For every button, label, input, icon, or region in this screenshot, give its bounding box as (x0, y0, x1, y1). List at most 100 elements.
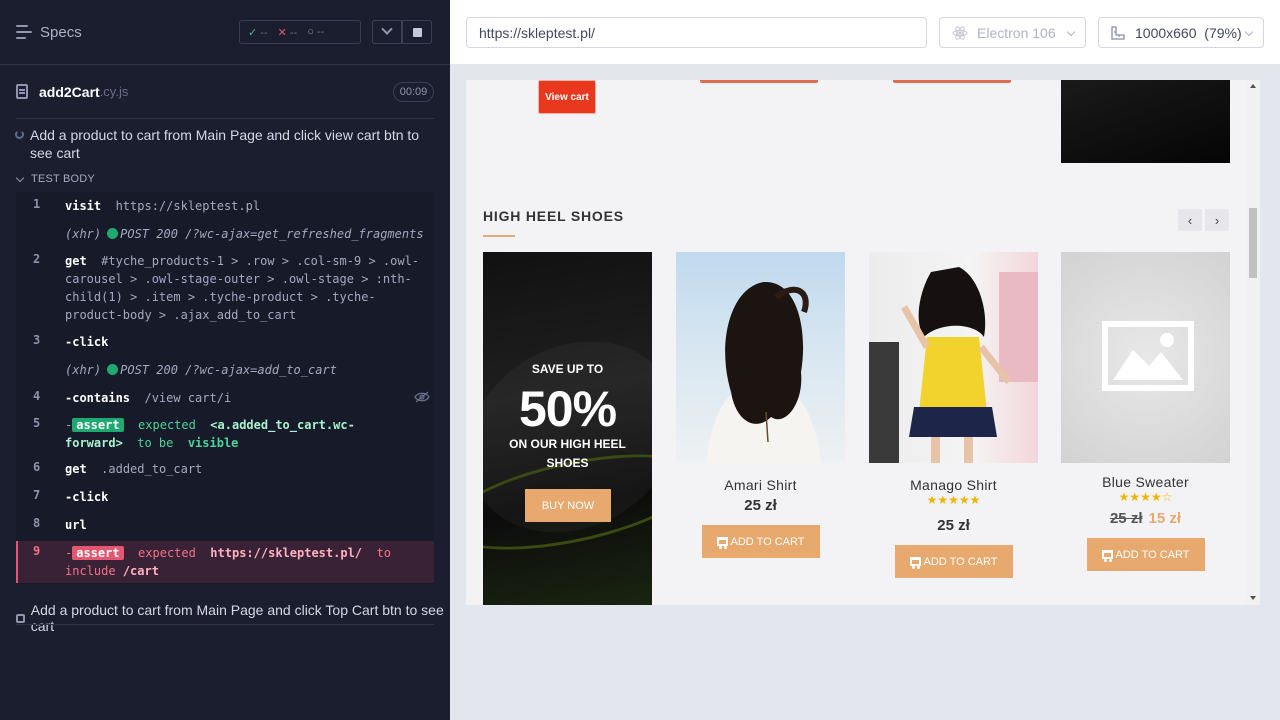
xhr-label: (xhr) (65, 227, 102, 241)
command-arg: .added_to_cart (101, 462, 203, 476)
product-name[interactable]: Blue Sweater (1061, 474, 1230, 490)
test-title-2: Add a product to cart from Main Page and… (30, 602, 444, 634)
command-dash: - (65, 546, 73, 560)
command-row[interactable]: 4 -contains /view cart/i (16, 389, 434, 407)
product-image[interactable] (869, 252, 1038, 463)
specs-label[interactable]: Specs (40, 24, 82, 41)
xhr-row[interactable]: (xhr) POST 200 /?wc-ajax=add_to_cart (16, 361, 434, 379)
promo-banner: SAVE UP TO 50% ON OUR HIGH HEEL SHOES BU… (483, 252, 652, 605)
test-body-toggle[interactable]: TEST BODY (15, 173, 95, 185)
rating-stars: ★★★★☆ (1118, 490, 1173, 504)
pending-icon: ○ (307, 26, 314, 38)
assert-word: expected (138, 418, 196, 432)
product-name[interactable]: Amari Shirt (676, 477, 845, 493)
assert-word: to be (137, 436, 174, 450)
electron-icon (952, 25, 968, 40)
add-to-cart-button-edge[interactable] (893, 80, 1011, 83)
add-to-cart-label: ADD TO CART (923, 555, 998, 568)
spec-row[interactable]: add2Cart .cy.js 00:09 (16, 65, 434, 119)
carousel-prev-button[interactable]: ‹ (1178, 209, 1202, 231)
command-name: -click (65, 490, 109, 504)
test-stats: ✓ -- ✕ -- ○ -- (239, 20, 361, 44)
app-under-test-frame: View cart HIGH HEEL SHOES ‹ › SAVE UP TO… (466, 80, 1260, 605)
command-number: 8 (33, 516, 41, 530)
promo-line-3: ON OUR HIGH HEEL SHOES (509, 437, 626, 470)
promo-percent: 50% (518, 381, 617, 437)
old-price: 25 zł (1109, 510, 1143, 527)
eye-off-icon[interactable] (414, 391, 430, 403)
scrollbar-thumb[interactable] (1249, 208, 1257, 278)
product-name[interactable]: Manago Shirt (869, 477, 1038, 493)
assert-value: visible (187, 436, 239, 450)
command-arg: /view cart/i (144, 391, 232, 405)
product-card: Blue Sweater ★★★★☆ 25 zł 15 zł ADD TO CAR… (1061, 252, 1230, 571)
cart-icon (716, 537, 728, 549)
carousel-next-button[interactable]: › (1205, 209, 1229, 231)
viewport-selector[interactable]: 1000x660 (79%) (1098, 17, 1264, 48)
buy-now-button[interactable]: BUY NOW (525, 489, 611, 522)
collapse-all-button[interactable] (372, 20, 402, 44)
stop-button[interactable] (402, 20, 432, 44)
xhr-text: POST 200 /?wc-ajax=get_refreshed_fragmen… (120, 227, 424, 241)
command-row[interactable]: 5 - assert expected <a.added_to_cart.wc-f… (16, 416, 434, 452)
command-number: 4 (33, 389, 41, 403)
test-title[interactable]: Add a product to cart from Main Page and… (30, 126, 420, 162)
status-dot-icon (107, 364, 119, 375)
view-cart-button[interactable]: View cart (538, 80, 596, 114)
browser-selector[interactable]: Electron 106 (939, 17, 1086, 48)
add-to-cart-button-edge[interactable] (700, 80, 818, 83)
command-name: visit (65, 199, 102, 213)
test-pending-icon (16, 613, 25, 623)
add-to-cart-button[interactable]: ADD TO CART (894, 545, 1013, 578)
xhr-text: POST 200 /?wc-ajax=add_to_cart (120, 363, 337, 377)
banner-image (1061, 80, 1230, 163)
x-icon: ✕ (277, 26, 287, 39)
scroll-up-arrow-icon[interactable] (1250, 84, 1256, 88)
viewport-size: 1000x660 (1135, 24, 1197, 41)
assert-word: expected (138, 546, 196, 560)
failed-command-row[interactable]: 9 - assert expected https://skleptest.pl/… (16, 541, 434, 583)
product-image[interactable] (676, 252, 845, 463)
test-row-2[interactable]: Add a product to cart from Main Page and… (16, 602, 450, 634)
chevron-down-icon (1066, 27, 1076, 37)
command-row[interactable]: 2 get #tyche_products-1 > .row > .col-sm… (16, 252, 434, 326)
section-underline (483, 235, 515, 237)
viewport-zoom: (79%) (1204, 24, 1242, 41)
rating-stars: ★★★★★ (926, 493, 981, 507)
command-number: 1 (33, 197, 41, 211)
command-row[interactable]: 1 visit https://skleptest.pl (16, 197, 434, 215)
command-number: 6 (33, 460, 41, 474)
command-number: 7 (33, 488, 41, 502)
assert-badge: assert (72, 546, 124, 560)
add-to-cart-button[interactable]: ADD TO CART (1086, 538, 1205, 571)
scroll-down-arrow-icon[interactable] (1250, 596, 1256, 600)
command-number: 3 (33, 333, 41, 347)
command-row[interactable]: 6 get .added_to_cart (16, 460, 434, 478)
specs-list-icon[interactable] (16, 25, 32, 39)
command-number: 9 (33, 544, 41, 558)
pending-stat: ○ -- (307, 26, 325, 38)
command-row[interactable]: 7 -click (16, 488, 434, 506)
add-to-cart-button[interactable]: ADD TO CART (701, 525, 820, 558)
chevron-down-icon (1244, 27, 1254, 37)
product-image[interactable] (1061, 252, 1230, 463)
xhr-row[interactable]: (xhr) POST 200 /?wc-ajax=get_refreshed_fr… (16, 225, 434, 243)
running-spinner-icon (15, 130, 24, 139)
assert-subject: https://skleptest.pl/ (210, 546, 363, 560)
check-icon: ✓ (248, 26, 258, 39)
stop-icon (412, 27, 422, 37)
command-arg: #tyche_products-1 > .row > .col-sm-9 > .… (65, 254, 420, 322)
assert-value: /cart (122, 564, 159, 578)
product-card: Amari Shirt 25 zł ADD TO CART (676, 252, 845, 558)
command-row[interactable]: 3 -click (16, 333, 434, 351)
passed-stat: ✓ -- (248, 26, 268, 39)
command-name: url (65, 518, 87, 532)
command-row[interactable]: 8 url (16, 516, 434, 534)
command-name: -click (65, 335, 109, 349)
url-bar[interactable]: https://skleptest.pl/ (466, 17, 927, 48)
ruler-icon (1111, 25, 1125, 40)
add-to-cart-label: ADD TO CART (1115, 548, 1190, 561)
spec-duration: 00:09 (393, 82, 434, 102)
command-dash: - (65, 418, 73, 432)
page-scrollbar[interactable] (1246, 80, 1260, 605)
